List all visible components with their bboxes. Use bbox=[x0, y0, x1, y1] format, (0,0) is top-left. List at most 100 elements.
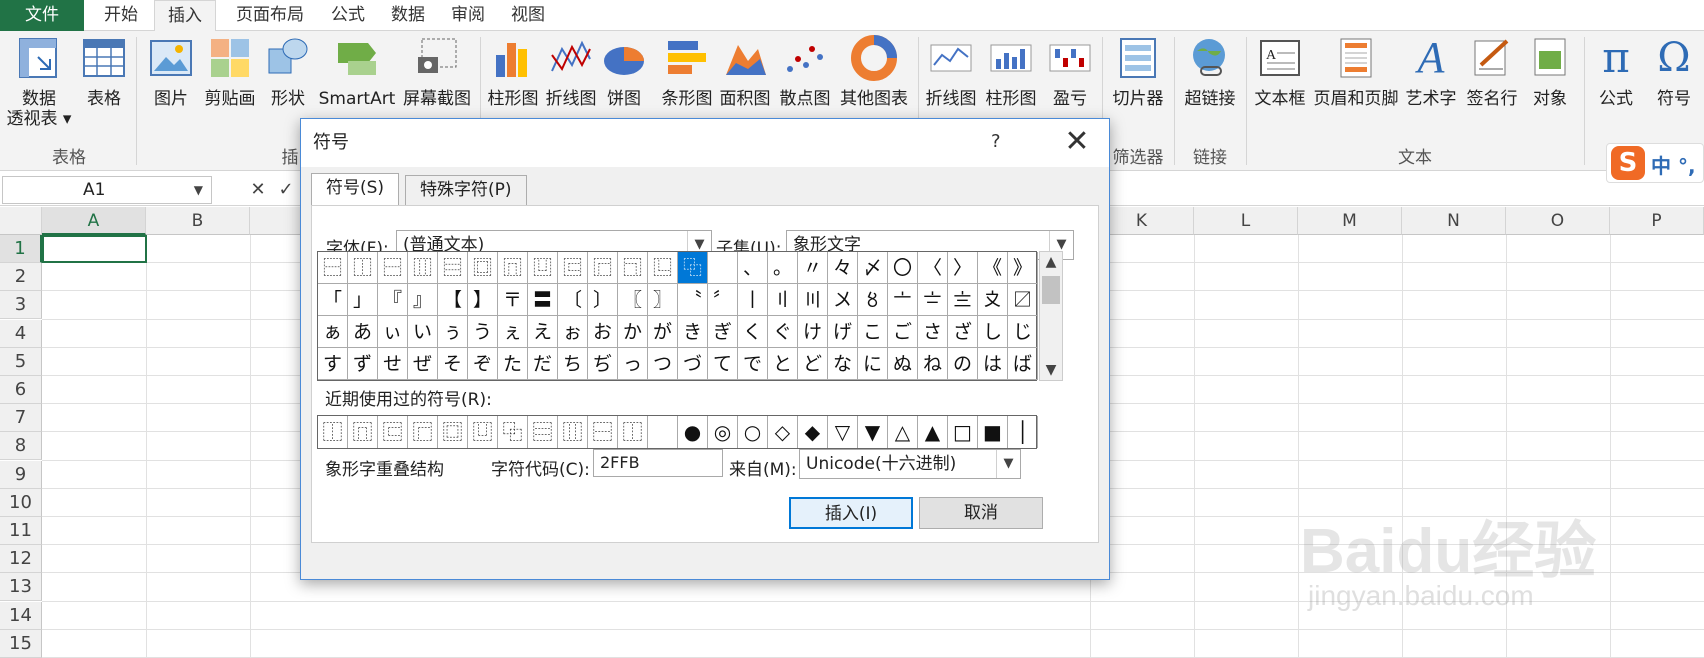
symbol-cell[interactable]: ⿴ bbox=[468, 252, 498, 284]
row-header[interactable]: 4 bbox=[0, 319, 42, 348]
symbol-grid-scrollbar[interactable]: ▲ ▼ bbox=[1039, 251, 1063, 381]
symbol-cell[interactable]: 〖 bbox=[618, 284, 648, 316]
symbol-cell[interactable]: 〥 bbox=[858, 284, 888, 316]
recent-symbol-cell[interactable]: ⿳ bbox=[528, 416, 558, 448]
symbol-cell[interactable]: す bbox=[318, 348, 348, 380]
tab-view[interactable]: 视图 bbox=[500, 0, 556, 31]
symbol-cell[interactable]: て bbox=[708, 348, 738, 380]
name-box[interactable]: A1 ▼ bbox=[2, 176, 212, 204]
symbol-cell[interactable]: っ bbox=[618, 348, 648, 380]
symbol-cell[interactable]: ぜ bbox=[408, 348, 438, 380]
select-all-corner[interactable] bbox=[0, 207, 42, 235]
column-header[interactable]: M bbox=[1298, 207, 1402, 235]
symbol-cell[interactable]: う bbox=[468, 316, 498, 348]
symbol-cell[interactable]: 〨 bbox=[948, 284, 978, 316]
symbol-cell[interactable]: 〕 bbox=[588, 284, 618, 316]
row-header[interactable]: 9 bbox=[0, 460, 42, 489]
symbol-cell[interactable]: 丨 bbox=[738, 284, 768, 316]
symbol-cell[interactable]: 〼 bbox=[1008, 284, 1038, 316]
symbol-cell[interactable]: ⿲ bbox=[408, 252, 438, 284]
symbol-cell[interactable]: と bbox=[768, 348, 798, 380]
symbol-cell[interactable]: に bbox=[858, 348, 888, 380]
symbol-cell[interactable]: づ bbox=[678, 348, 708, 380]
symbol-cell[interactable]: つ bbox=[648, 348, 678, 380]
symbol-cell[interactable]: 」 bbox=[348, 284, 378, 316]
symbol-cell[interactable]: け bbox=[798, 316, 828, 348]
active-cell-a1[interactable] bbox=[42, 235, 147, 263]
symbol-cell[interactable]: ⿱ bbox=[378, 252, 408, 284]
recent-symbol-cell[interactable]: ○ bbox=[738, 416, 768, 448]
table-button[interactable]: 表格 bbox=[76, 35, 132, 143]
recent-symbol-cell[interactable]: ◇ bbox=[768, 416, 798, 448]
recent-symbol-cell[interactable]: ⿰ bbox=[618, 416, 648, 448]
row-header[interactable]: 1 bbox=[0, 235, 42, 263]
recent-symbol-cell[interactable]: ◆ bbox=[798, 416, 828, 448]
header-footer-button[interactable]: 页眉和页脚 bbox=[1310, 35, 1402, 143]
symbol-cell[interactable]: ね bbox=[918, 348, 948, 380]
symbol-cell[interactable]: 〇 bbox=[888, 252, 918, 284]
recent-symbol-cell[interactable]: ▽ bbox=[828, 416, 858, 448]
slicer-button[interactable]: 切片器 bbox=[1106, 35, 1170, 143]
recent-symbol-cell[interactable]: ⿵ bbox=[348, 416, 378, 448]
symbol-cell[interactable]: ⿶ bbox=[528, 252, 558, 284]
row-header[interactable]: 5 bbox=[0, 347, 42, 376]
symbol-cell[interactable]: ざ bbox=[948, 316, 978, 348]
symbol-cell[interactable]: な bbox=[828, 348, 858, 380]
symbol-cell[interactable]: 〞 bbox=[708, 284, 738, 316]
recent-symbol-cell[interactable]: ■ bbox=[978, 416, 1008, 448]
symbol-cell[interactable]: 〓 bbox=[528, 284, 558, 316]
symbol-cell[interactable]: 〧 bbox=[918, 284, 948, 316]
equation-button[interactable]: π 公式 bbox=[1588, 35, 1644, 143]
recent-symbol-cell[interactable]: △ bbox=[888, 416, 918, 448]
recent-symbol-cell[interactable]: ⿷ bbox=[378, 416, 408, 448]
symbol-cell[interactable]: 〔 bbox=[558, 284, 588, 316]
column-header[interactable] bbox=[250, 207, 304, 235]
tab-review[interactable]: 审阅 bbox=[440, 0, 496, 31]
scroll-thumb[interactable] bbox=[1042, 276, 1060, 304]
tab-home[interactable]: 开始 bbox=[90, 0, 152, 31]
symbol-cell[interactable]: 。 bbox=[768, 252, 798, 284]
symbol-cell[interactable]: こ bbox=[858, 316, 888, 348]
symbol-cell[interactable]: が bbox=[648, 316, 678, 348]
row-header[interactable]: 7 bbox=[0, 404, 42, 433]
symbol-cell[interactable]: ぅ bbox=[438, 316, 468, 348]
row-header[interactable]: 8 bbox=[0, 432, 42, 461]
symbol-cell[interactable]: か bbox=[618, 316, 648, 348]
symbol-cell[interactable]: ぬ bbox=[888, 348, 918, 380]
from-select[interactable]: Unicode(十六进制) ▼ bbox=[799, 449, 1021, 479]
chevron-down-icon[interactable]: ▼ bbox=[194, 177, 203, 203]
row-header[interactable]: 3 bbox=[0, 291, 42, 320]
symbol-cell[interactable]: 〝 bbox=[678, 284, 708, 316]
column-header[interactable]: N bbox=[1402, 207, 1506, 235]
recent-symbol-cell[interactable]: ▲ bbox=[918, 416, 948, 448]
recent-symbol-cell[interactable]: │ bbox=[1008, 416, 1038, 448]
recent-symbol-cell[interactable]: ⿲ bbox=[558, 416, 588, 448]
recent-symbol-cell[interactable]: ⿶ bbox=[468, 416, 498, 448]
hyperlink-button[interactable]: 超链接 bbox=[1178, 35, 1242, 143]
symbol-cell[interactable]: お bbox=[588, 316, 618, 348]
recent-symbol-cell[interactable]: ◎ bbox=[708, 416, 738, 448]
symbol-cell[interactable]: く bbox=[738, 316, 768, 348]
symbol-cell[interactable]: ち bbox=[558, 348, 588, 380]
row-header[interactable]: 6 bbox=[0, 376, 42, 404]
symbol-cell[interactable]: ご bbox=[888, 316, 918, 348]
symbol-cell[interactable]: し bbox=[978, 316, 1008, 348]
recent-symbols-row[interactable]: ⿰⿵⿷⿸⿴⿶⿻⿳⿲⿱⿰ ● ◎ ○ ◇ ◆ ▽ ▼ △ ▲ □ ■ │ bbox=[317, 415, 1038, 449]
column-header[interactable]: L bbox=[1194, 207, 1298, 235]
symbol-cell[interactable]: い bbox=[408, 316, 438, 348]
signature-line-button[interactable]: 签名行 bbox=[1462, 35, 1522, 143]
symbol-cell[interactable]: 「 bbox=[318, 284, 348, 316]
symbol-cell[interactable]: だ bbox=[528, 348, 558, 380]
symbol-cell[interactable]: 々 bbox=[828, 252, 858, 284]
chevron-down-icon[interactable]: ▼ bbox=[996, 450, 1020, 478]
symbol-cell[interactable]: ⿵ bbox=[498, 252, 528, 284]
recent-symbol-cell[interactable]: ⿰ bbox=[318, 416, 348, 448]
tab-special-characters[interactable]: 特殊字符(P) bbox=[405, 175, 527, 205]
recent-symbol-cell[interactable]: ⿴ bbox=[438, 416, 468, 448]
help-icon[interactable]: ? bbox=[991, 131, 1001, 152]
row-header[interactable]: 15 bbox=[0, 629, 42, 658]
symbol-cell[interactable]: ⿸ bbox=[588, 252, 618, 284]
symbol-cell[interactable]: の bbox=[948, 348, 978, 380]
recent-symbol-cell[interactable] bbox=[648, 416, 678, 448]
tab-data[interactable]: 数据 bbox=[380, 0, 436, 31]
